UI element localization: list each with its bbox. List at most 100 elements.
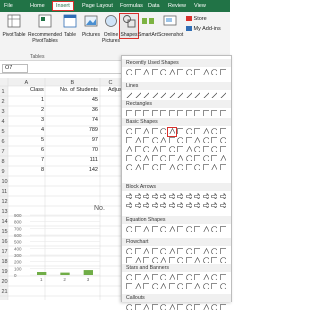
shape-option[interactable] xyxy=(220,146,226,152)
shape-option[interactable] xyxy=(186,257,192,263)
cell-students[interactable]: 74 xyxy=(78,117,98,124)
shape-option[interactable] xyxy=(211,274,217,280)
row-header[interactable]: 2 xyxy=(2,99,5,105)
shape-option[interactable] xyxy=(186,128,192,134)
shape-option[interactable] xyxy=(169,202,175,208)
cell-students[interactable]: 142 xyxy=(78,167,98,174)
shape-option[interactable] xyxy=(203,193,209,199)
cell-class[interactable]: 2 xyxy=(34,107,44,114)
shape-option[interactable] xyxy=(143,283,149,289)
shape-option[interactable] xyxy=(143,128,149,134)
shape-option[interactable] xyxy=(194,164,200,170)
shape-option[interactable] xyxy=(160,283,166,289)
shape-option[interactable] xyxy=(220,155,226,161)
shape-option[interactable] xyxy=(135,202,141,208)
shape-option[interactable] xyxy=(126,155,132,161)
shape-option[interactable] xyxy=(177,304,183,310)
shape-option[interactable] xyxy=(194,128,200,134)
shape-option[interactable] xyxy=(160,128,166,134)
shape-option[interactable] xyxy=(135,164,141,170)
shape-option[interactable] xyxy=(186,92,192,98)
shape-option[interactable] xyxy=(211,193,217,199)
shape-option[interactable] xyxy=(186,202,192,208)
shape-option[interactable] xyxy=(194,69,200,75)
shape-option[interactable] xyxy=(126,146,132,152)
shape-option[interactable] xyxy=(135,283,141,289)
shape-option[interactable] xyxy=(143,257,149,263)
shape-option[interactable] xyxy=(211,226,217,232)
shape-option[interactable] xyxy=(143,137,149,143)
shape-option[interactable] xyxy=(177,92,183,98)
shape-option[interactable] xyxy=(126,128,132,134)
row-header[interactable]: 17 xyxy=(2,249,8,255)
table-button[interactable]: Table xyxy=(63,14,77,38)
shape-option[interactable] xyxy=(186,226,192,232)
shape-option[interactable] xyxy=(186,193,192,199)
shape-option[interactable] xyxy=(143,146,149,152)
cell-class[interactable]: 8 xyxy=(34,167,44,174)
bar-chart[interactable]: No. 9008007006005004003002001000123 xyxy=(12,205,112,285)
shape-option[interactable] xyxy=(160,248,166,254)
shape-option[interactable] xyxy=(177,146,183,152)
tab-file[interactable]: File xyxy=(4,2,13,10)
shape-option[interactable] xyxy=(126,226,132,232)
shape-option[interactable] xyxy=(160,164,166,170)
cell-students[interactable]: 97 xyxy=(78,137,98,144)
shape-option[interactable] xyxy=(135,248,141,254)
shape-option[interactable] xyxy=(211,155,217,161)
shape-option[interactable] xyxy=(169,226,175,232)
shape-option[interactable] xyxy=(143,248,149,254)
shape-option[interactable] xyxy=(169,257,175,263)
row-header[interactable]: 1 xyxy=(2,89,5,95)
shape-option[interactable] xyxy=(135,257,141,263)
shape-option[interactable] xyxy=(160,146,166,152)
shape-option[interactable] xyxy=(203,128,209,134)
shape-option[interactable] xyxy=(220,92,226,98)
shape-option[interactable] xyxy=(169,274,175,280)
cell-class[interactable]: 4 xyxy=(34,127,44,134)
shape-option[interactable] xyxy=(220,274,226,280)
shape-option[interactable] xyxy=(177,164,183,170)
shape-option[interactable] xyxy=(211,69,217,75)
shape-option[interactable] xyxy=(220,257,226,263)
shape-option[interactable] xyxy=(160,69,166,75)
shape-option[interactable] xyxy=(143,164,149,170)
shape-option[interactable] xyxy=(126,257,132,263)
shape-option[interactable] xyxy=(177,257,183,263)
tab-data[interactable]: Data xyxy=(148,2,160,10)
shape-option[interactable] xyxy=(177,69,183,75)
shape-option[interactable] xyxy=(126,137,132,143)
header-students[interactable]: No. of Students xyxy=(60,87,98,94)
row-header[interactable]: 7 xyxy=(2,149,5,155)
shape-option[interactable] xyxy=(126,164,132,170)
shape-option[interactable] xyxy=(160,274,166,280)
shape-option[interactable] xyxy=(186,110,192,116)
shape-option[interactable] xyxy=(160,257,166,263)
shape-option[interactable] xyxy=(220,128,226,134)
shape-option[interactable] xyxy=(160,92,166,98)
shape-option[interactable] xyxy=(186,69,192,75)
shape-option[interactable] xyxy=(186,304,192,310)
shape-option[interactable] xyxy=(194,193,200,199)
shape-option[interactable] xyxy=(135,146,141,152)
shape-option[interactable] xyxy=(177,155,183,161)
row-header[interactable]: 18 xyxy=(2,259,8,265)
shape-option[interactable] xyxy=(160,137,166,143)
shape-option[interactable] xyxy=(211,92,217,98)
shape-option[interactable] xyxy=(126,69,132,75)
shape-option[interactable] xyxy=(194,274,200,280)
shape-option[interactable] xyxy=(169,155,175,161)
shape-option[interactable] xyxy=(194,137,200,143)
shape-option[interactable] xyxy=(220,248,226,254)
shape-option[interactable] xyxy=(186,155,192,161)
recommended-pivottables-button[interactable]: Recommended PivotTables xyxy=(28,14,62,44)
shape-option[interactable] xyxy=(211,257,217,263)
shape-option[interactable] xyxy=(203,69,209,75)
shape-option[interactable] xyxy=(135,193,141,199)
row-header[interactable]: 12 xyxy=(2,199,8,205)
shape-option[interactable] xyxy=(203,164,209,170)
shape-option[interactable] xyxy=(152,226,158,232)
shape-option[interactable] xyxy=(143,92,149,98)
shape-option[interactable] xyxy=(211,304,217,310)
shape-option[interactable] xyxy=(211,110,217,116)
